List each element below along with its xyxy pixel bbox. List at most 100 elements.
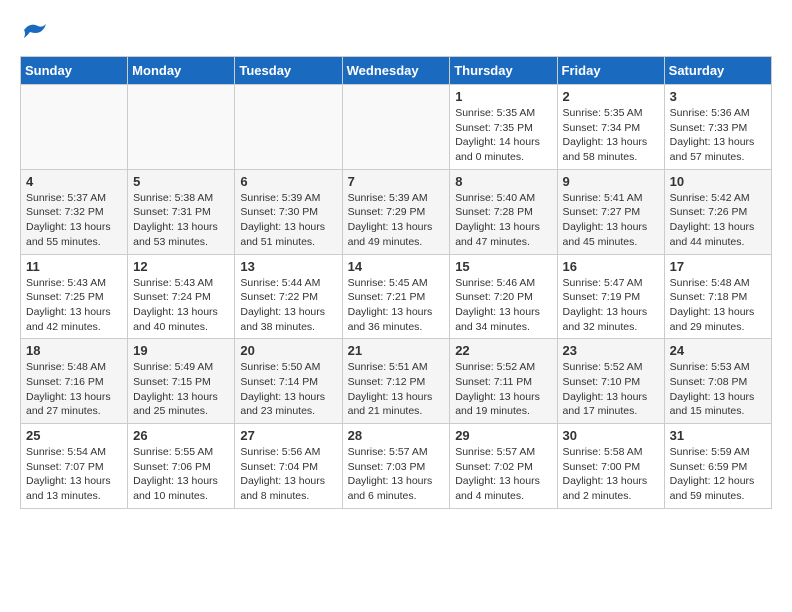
day-number: 10: [670, 174, 766, 189]
day-number: 5: [133, 174, 229, 189]
logo: [20, 20, 50, 40]
calendar-header-row: SundayMondayTuesdayWednesdayThursdayFrid…: [21, 57, 772, 85]
day-info: Sunrise: 5:39 AM Sunset: 7:29 PM Dayligh…: [348, 191, 445, 250]
calendar-day-cell: 12 Sunrise: 5:43 AM Sunset: 7:24 PM Dayli…: [128, 254, 235, 339]
calendar-day-cell: 10Sunrise: 5:42 AM Sunset: 7:26 PM Dayli…: [664, 169, 771, 254]
day-info: Sunrise: 5:49 AM Sunset: 7:15 PM Dayligh…: [133, 360, 229, 419]
day-number: 21: [348, 343, 445, 358]
day-info: Sunrise: 5:51 AM Sunset: 7:12 PM Dayligh…: [348, 360, 445, 419]
calendar-day-header: Tuesday: [235, 57, 342, 85]
day-number: 16: [563, 259, 659, 274]
day-info: Sunrise: 5:58 AM Sunset: 7:00 PM Dayligh…: [563, 445, 659, 504]
day-number: 13: [240, 259, 336, 274]
calendar-day-cell: 24Sunrise: 5:53 AM Sunset: 7:08 PM Dayli…: [664, 339, 771, 424]
day-info: Sunrise: 5:45 AM Sunset: 7:21 PM Dayligh…: [348, 276, 445, 335]
calendar-table: SundayMondayTuesdayWednesdayThursdayFrid…: [20, 56, 772, 509]
day-number: 9: [563, 174, 659, 189]
day-info: Sunrise: 5:36 AM Sunset: 7:33 PM Dayligh…: [670, 106, 766, 165]
day-info: Sunrise: 5:43 AM Sunset: 7:25 PM Dayligh…: [26, 276, 122, 335]
day-number: 20: [240, 343, 336, 358]
day-info: Sunrise: 5:59 AM Sunset: 6:59 PM Dayligh…: [670, 445, 766, 504]
day-number: 27: [240, 428, 336, 443]
calendar-day-cell: 19 Sunrise: 5:49 AM Sunset: 7:15 PM Dayli…: [128, 339, 235, 424]
logo-bird-icon: [22, 20, 50, 40]
day-number: 2: [563, 89, 659, 104]
day-number: 25: [26, 428, 122, 443]
day-info: Sunrise: 5:48 AM Sunset: 7:18 PM Dayligh…: [670, 276, 766, 335]
calendar-day-cell: 13 Sunrise: 5:44 AM Sunset: 7:22 PM Dayli…: [235, 254, 342, 339]
calendar-day-header: Wednesday: [342, 57, 450, 85]
day-number: 22: [455, 343, 551, 358]
day-number: 17: [670, 259, 766, 274]
day-info: Sunrise: 5:40 AM Sunset: 7:28 PM Dayligh…: [455, 191, 551, 250]
calendar-day-cell: 1 Sunrise: 5:35 AM Sunset: 7:35 PM Daylig…: [450, 85, 557, 170]
calendar-day-cell: 5 Sunrise: 5:38 AM Sunset: 7:31 PM Daylig…: [128, 169, 235, 254]
calendar-day-cell: [235, 85, 342, 170]
day-number: 23: [563, 343, 659, 358]
calendar-day-cell: 4Sunrise: 5:37 AM Sunset: 7:32 PM Daylig…: [21, 169, 128, 254]
day-number: 15: [455, 259, 551, 274]
calendar-day-cell: 20 Sunrise: 5:50 AM Sunset: 7:14 PM Dayli…: [235, 339, 342, 424]
day-number: 12: [133, 259, 229, 274]
day-info: Sunrise: 5:35 AM Sunset: 7:35 PM Dayligh…: [455, 106, 551, 165]
calendar-day-cell: 15 Sunrise: 5:46 AM Sunset: 7:20 PM Dayli…: [450, 254, 557, 339]
day-number: 30: [563, 428, 659, 443]
calendar-day-header: Monday: [128, 57, 235, 85]
calendar-day-cell: 2 Sunrise: 5:35 AM Sunset: 7:34 PM Daylig…: [557, 85, 664, 170]
day-number: 7: [348, 174, 445, 189]
calendar-day-cell: 7 Sunrise: 5:39 AM Sunset: 7:29 PM Daylig…: [342, 169, 450, 254]
day-info: Sunrise: 5:56 AM Sunset: 7:04 PM Dayligh…: [240, 445, 336, 504]
day-number: 28: [348, 428, 445, 443]
day-number: 1: [455, 89, 551, 104]
calendar-day-cell: 26 Sunrise: 5:55 AM Sunset: 7:06 PM Dayli…: [128, 424, 235, 509]
day-info: Sunrise: 5:43 AM Sunset: 7:24 PM Dayligh…: [133, 276, 229, 335]
calendar-day-header: Thursday: [450, 57, 557, 85]
calendar-day-cell: 11 Sunrise: 5:43 AM Sunset: 7:25 PM Dayli…: [21, 254, 128, 339]
calendar-week-row: 18Sunrise: 5:48 AM Sunset: 7:16 PM Dayli…: [21, 339, 772, 424]
calendar-day-header: Saturday: [664, 57, 771, 85]
calendar-week-row: 1 Sunrise: 5:35 AM Sunset: 7:35 PM Daylig…: [21, 85, 772, 170]
calendar-day-cell: 9Sunrise: 5:41 AM Sunset: 7:27 PM Daylig…: [557, 169, 664, 254]
calendar-day-cell: 22Sunrise: 5:52 AM Sunset: 7:11 PM Dayli…: [450, 339, 557, 424]
calendar-day-cell: 14 Sunrise: 5:45 AM Sunset: 7:21 PM Dayli…: [342, 254, 450, 339]
calendar-week-row: 11 Sunrise: 5:43 AM Sunset: 7:25 PM Dayli…: [21, 254, 772, 339]
day-info: Sunrise: 5:55 AM Sunset: 7:06 PM Dayligh…: [133, 445, 229, 504]
day-info: Sunrise: 5:44 AM Sunset: 7:22 PM Dayligh…: [240, 276, 336, 335]
calendar-day-header: Friday: [557, 57, 664, 85]
day-info: Sunrise: 5:50 AM Sunset: 7:14 PM Dayligh…: [240, 360, 336, 419]
calendar-day-cell: 29Sunrise: 5:57 AM Sunset: 7:02 PM Dayli…: [450, 424, 557, 509]
calendar-week-row: 25Sunrise: 5:54 AM Sunset: 7:07 PM Dayli…: [21, 424, 772, 509]
calendar-day-cell: [21, 85, 128, 170]
day-number: 14: [348, 259, 445, 274]
calendar-day-cell: 30 Sunrise: 5:58 AM Sunset: 7:00 PM Dayli…: [557, 424, 664, 509]
calendar-day-cell: 3 Sunrise: 5:36 AM Sunset: 7:33 PM Daylig…: [664, 85, 771, 170]
calendar-day-cell: 23 Sunrise: 5:52 AM Sunset: 7:10 PM Dayli…: [557, 339, 664, 424]
day-info: Sunrise: 5:47 AM Sunset: 7:19 PM Dayligh…: [563, 276, 659, 335]
calendar-day-cell: 31 Sunrise: 5:59 AM Sunset: 6:59 PM Dayli…: [664, 424, 771, 509]
page-header: [20, 20, 772, 40]
day-number: 8: [455, 174, 551, 189]
day-info: Sunrise: 5:38 AM Sunset: 7:31 PM Dayligh…: [133, 191, 229, 250]
calendar-day-cell: [128, 85, 235, 170]
day-info: Sunrise: 5:35 AM Sunset: 7:34 PM Dayligh…: [563, 106, 659, 165]
calendar-day-cell: 27 Sunrise: 5:56 AM Sunset: 7:04 PM Dayli…: [235, 424, 342, 509]
day-info: Sunrise: 5:48 AM Sunset: 7:16 PM Dayligh…: [26, 360, 122, 419]
day-info: Sunrise: 5:52 AM Sunset: 7:10 PM Dayligh…: [563, 360, 659, 419]
calendar-day-cell: 25Sunrise: 5:54 AM Sunset: 7:07 PM Dayli…: [21, 424, 128, 509]
day-number: 19: [133, 343, 229, 358]
calendar-day-cell: 18Sunrise: 5:48 AM Sunset: 7:16 PM Dayli…: [21, 339, 128, 424]
day-info: Sunrise: 5:37 AM Sunset: 7:32 PM Dayligh…: [26, 191, 122, 250]
calendar-day-cell: 8 Sunrise: 5:40 AM Sunset: 7:28 PM Daylig…: [450, 169, 557, 254]
day-number: 26: [133, 428, 229, 443]
calendar-day-cell: 28Sunrise: 5:57 AM Sunset: 7:03 PM Dayli…: [342, 424, 450, 509]
calendar-day-cell: 17 Sunrise: 5:48 AM Sunset: 7:18 PM Dayli…: [664, 254, 771, 339]
day-number: 24: [670, 343, 766, 358]
day-number: 6: [240, 174, 336, 189]
day-number: 29: [455, 428, 551, 443]
day-number: 3: [670, 89, 766, 104]
day-number: 31: [670, 428, 766, 443]
day-number: 11: [26, 259, 122, 274]
calendar-day-header: Sunday: [21, 57, 128, 85]
day-info: Sunrise: 5:46 AM Sunset: 7:20 PM Dayligh…: [455, 276, 551, 335]
day-info: Sunrise: 5:39 AM Sunset: 7:30 PM Dayligh…: [240, 191, 336, 250]
